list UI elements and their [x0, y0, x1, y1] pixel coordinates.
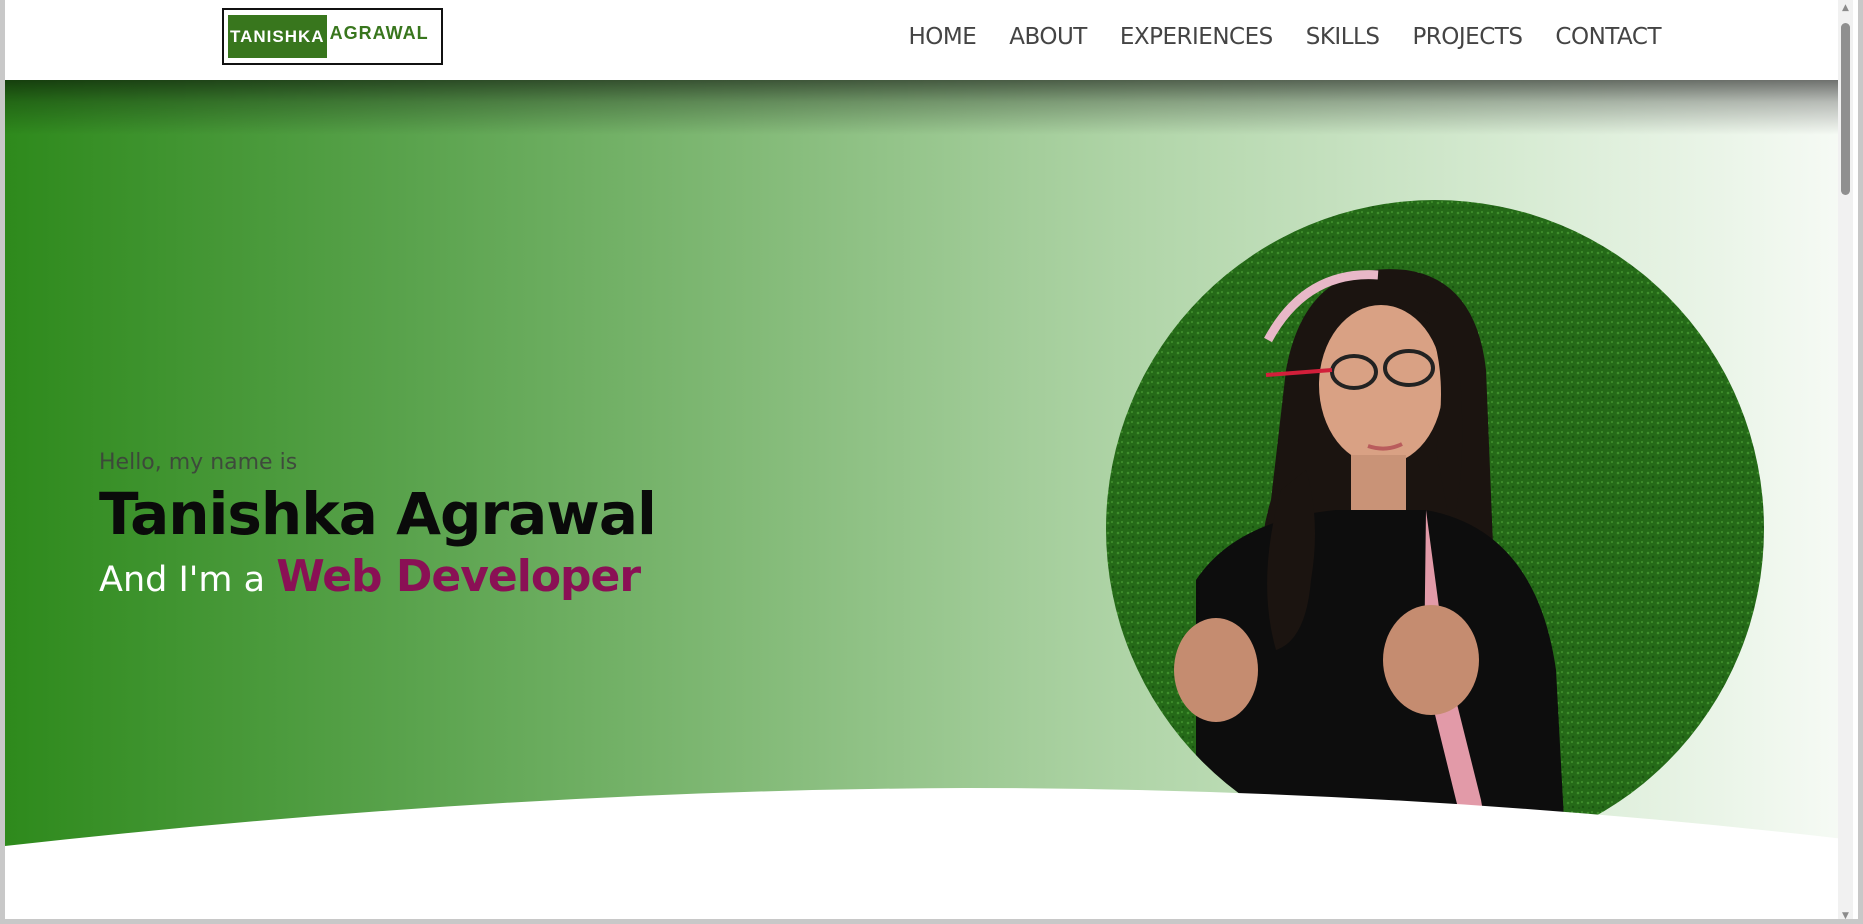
- logo-last-name: AGRAWAL: [329, 23, 429, 43]
- nav-link-home[interactable]: HOME: [908, 24, 976, 50]
- logo-first-name: TANISHKA: [228, 15, 327, 58]
- hero-role: Web Developer: [276, 551, 641, 602]
- triangle-down-icon[interactable]: ▼: [1838, 908, 1853, 919]
- site-logo[interactable]: TANISHKA AGRAWAL: [222, 8, 443, 65]
- nav-link-skills[interactable]: SKILLS: [1306, 24, 1380, 50]
- main-nav: HOME ABOUT EXPERIENCES SKILLS PROJECTS C…: [875, 24, 1661, 50]
- hero-intro: Hello, my name is Tanishka Agrawal And I…: [99, 450, 657, 602]
- header-shadow: [5, 80, 1853, 135]
- nav-link-about[interactable]: ABOUT: [1009, 24, 1087, 50]
- hero-role-line: And I'm a Web Developer: [99, 551, 656, 602]
- hero-wave-divider: [5, 788, 1853, 919]
- hero-role-prefix: And I'm a: [99, 560, 266, 600]
- nav-link-projects[interactable]: PROJECTS: [1412, 24, 1522, 50]
- browser-viewport: Hello, my name is Tanishka Agrawal And I…: [0, 0, 1863, 924]
- nav-link-contact[interactable]: CONTACT: [1555, 24, 1661, 50]
- site-header: TANISHKA AGRAWAL HOME ABOUT EXPERIENCES …: [5, 0, 1853, 80]
- nav-link-experiences[interactable]: EXPERIENCES: [1120, 24, 1273, 50]
- hero-greeting: Hello, my name is: [99, 450, 298, 475]
- scrollbar-thumb[interactable]: [1841, 23, 1850, 195]
- hero-name: Tanishka Agrawal: [99, 480, 657, 548]
- triangle-up-icon[interactable]: ▲: [1838, 0, 1853, 16]
- page-scrollbar[interactable]: ▲ ▼: [1838, 0, 1853, 919]
